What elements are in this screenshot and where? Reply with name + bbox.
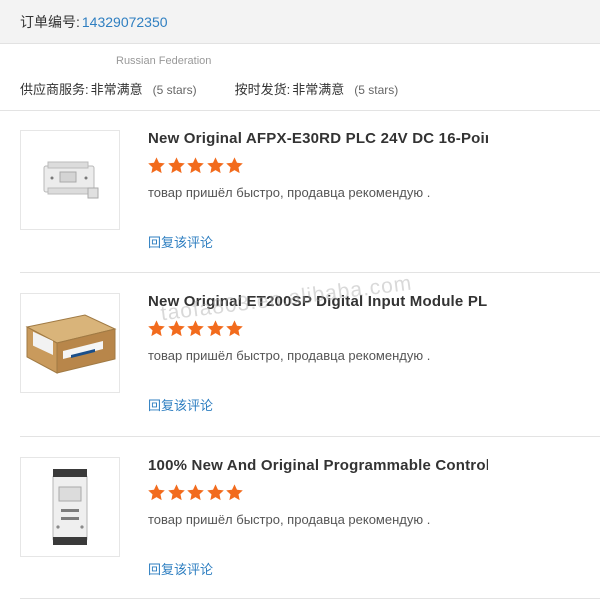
star-icon (148, 484, 165, 501)
review-comment: товар пришёл быстро, продавца рекомендую… (148, 512, 431, 527)
star-icon (207, 484, 224, 501)
reply-review-link[interactable]: 回复该评论 (148, 395, 213, 414)
section-divider (0, 110, 600, 111)
product-thumbnail[interactable] (20, 457, 120, 557)
review-divider (20, 436, 600, 437)
review-item: 100% New And Original Programmable Contr… (20, 457, 600, 600)
review-item: New Original ET200SP Digital Input Modul… (20, 293, 600, 455)
product-title[interactable]: 100% New And Original Programmable Contr… (148, 457, 488, 474)
boxed-module-image (25, 314, 117, 374)
star-icon (167, 320, 185, 337)
review-stars (147, 156, 245, 175)
order-number[interactable]: 14329072350 (82, 14, 168, 30)
plc-module-image (43, 161, 99, 199)
supplier-service-label: 供应商服务: (20, 82, 89, 97)
reply-review-link[interactable]: 回复该评论 (148, 559, 213, 578)
star-icon (187, 320, 204, 337)
order-number-label: 订单编号: (20, 13, 80, 30)
on-time-shipment-value: 非常满意 (292, 82, 345, 97)
order-header: 订单编号: 14329072350 (0, 0, 600, 44)
product-title[interactable]: New Original ET200SP Digital Input Modul… (148, 293, 488, 310)
review-divider (20, 598, 600, 599)
star-icon (148, 157, 165, 174)
star-icon (226, 484, 244, 501)
supplier-service-rating: 供应商服务: 非常满意 (5 stars) (20, 79, 197, 98)
on-time-shipment-rating: 按时发货: 非常满意 (5 stars) (235, 79, 399, 98)
product-title[interactable]: New Original AFPX-E30RD PLC 24V DC 16-Po… (148, 130, 488, 147)
star-icon (226, 320, 244, 337)
review-comment: товар пришёл быстро, продавца рекомендую… (148, 348, 431, 363)
star-icon (148, 320, 165, 337)
review-stars (147, 483, 245, 502)
plc-controller-image (52, 469, 88, 545)
star-icon (207, 320, 224, 337)
product-thumbnail[interactable] (20, 293, 120, 393)
star-icon (167, 484, 185, 501)
seller-ratings: 供应商服务: 非常满意 (5 stars) 按时发货: 非常满意 (5 star… (20, 79, 600, 98)
star-icon (167, 157, 185, 174)
supplier-service-stars: (5 stars) (152, 83, 197, 97)
star-icon (226, 157, 244, 174)
on-time-shipment-label: 按时发货: (234, 82, 291, 97)
product-thumbnail[interactable] (20, 130, 120, 230)
buyer-country: Russian Federation (116, 55, 212, 67)
reply-review-link[interactable]: 回复该评论 (148, 232, 213, 251)
supplier-service-value: 非常满意 (90, 82, 143, 97)
review-stars (147, 319, 245, 338)
on-time-shipment-stars: (5 stars) (354, 83, 399, 97)
star-icon (187, 157, 204, 174)
star-icon (187, 484, 204, 501)
review-divider (20, 272, 600, 273)
review-comment: товар пришёл быстро, продавца рекомендую… (148, 185, 431, 200)
review-item: New Original AFPX-E30RD PLC 24V DC 16-Po… (20, 130, 600, 292)
star-icon (207, 157, 224, 174)
